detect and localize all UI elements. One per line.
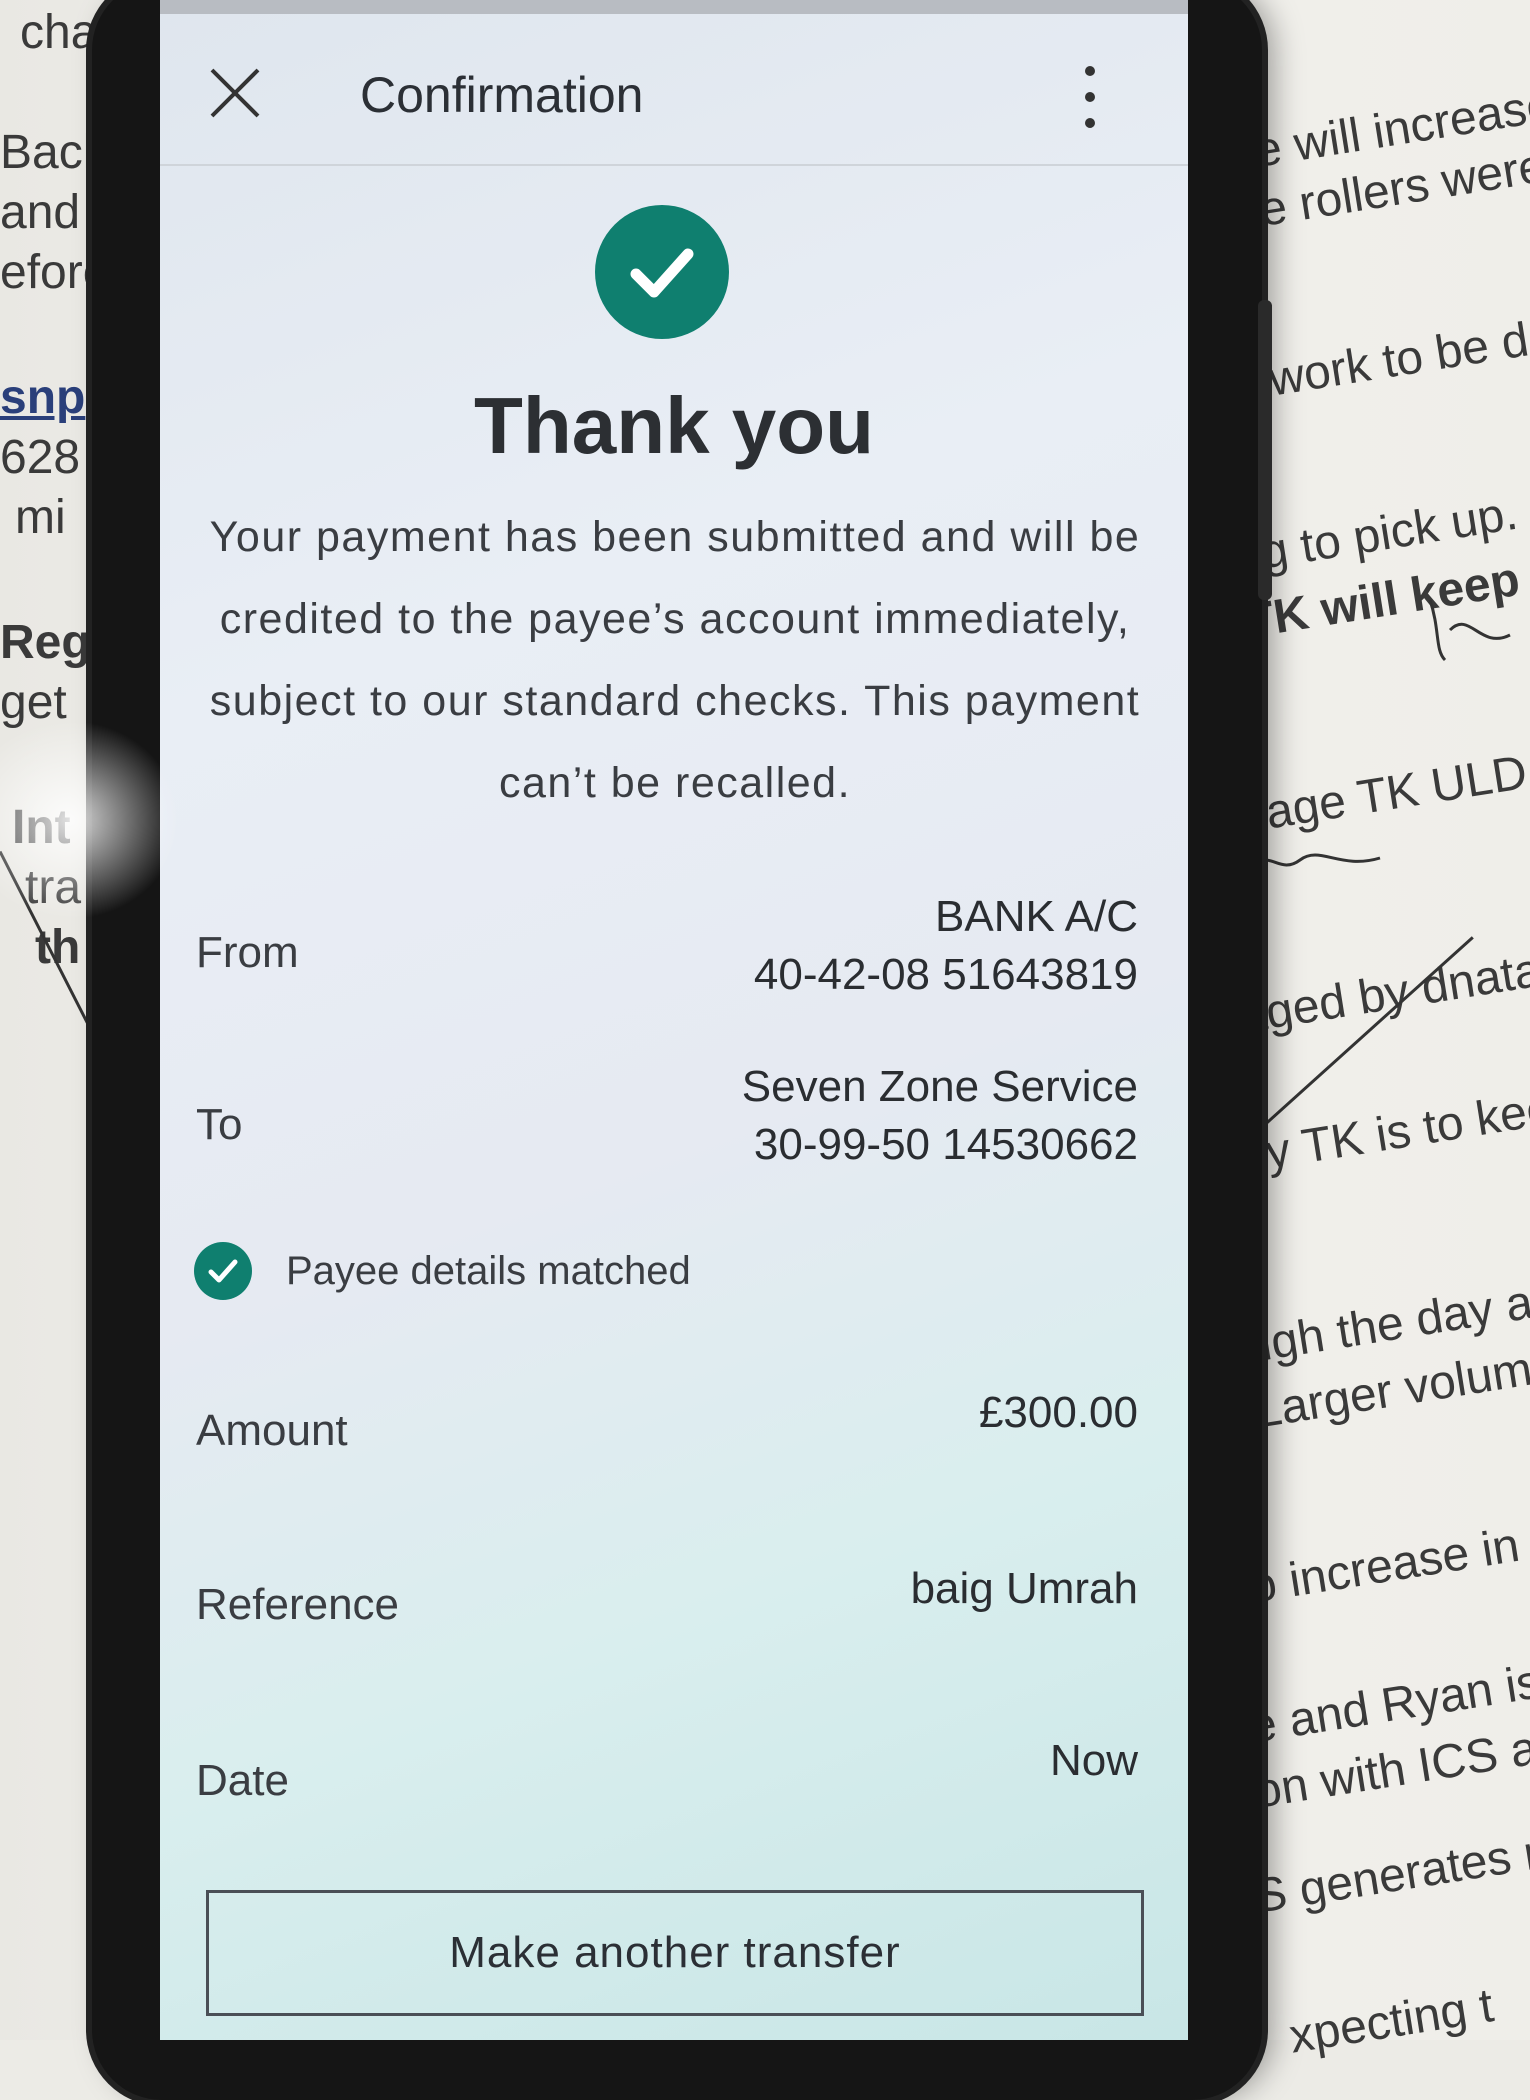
payee-match-status: Payee details matched <box>194 1242 691 1300</box>
top-app-bar: Confirmation <box>160 14 1188 166</box>
reference-label: Reference <box>196 1580 400 1629</box>
success-check-icon <box>595 205 729 339</box>
phone-side-button <box>1258 300 1272 600</box>
payee-matched-text: Payee details matched <box>286 1248 691 1293</box>
paper-text: tra <box>25 861 82 914</box>
amount-value: £300.00 <box>978 1388 1138 1437</box>
paper-text: 628 <box>0 431 81 484</box>
make-another-transfer-button[interactable]: Make another transfer <box>206 1890 1144 2016</box>
payee-matched-check-icon <box>194 1242 252 1300</box>
more-options-icon[interactable] <box>1080 66 1100 136</box>
from-account-number: 40-42-08 51643819 <box>753 950 1138 999</box>
to-payee-account-number: 30-99-50 14530662 <box>753 1120 1138 1169</box>
date-value: Now <box>1049 1736 1138 1785</box>
confirmation-message: Your payment has been submitted and will… <box>209 513 1141 807</box>
paper-text: cha <box>20 6 98 59</box>
paper-text: snp <box>0 371 86 424</box>
from-account-name: BANK A/C <box>935 892 1138 941</box>
paper-text: mi <box>15 491 66 544</box>
status-bar <box>160 0 1188 14</box>
from-account-info: BANK A/C 40-42-08 51643819 <box>754 888 1138 1004</box>
close-icon[interactable] <box>208 66 262 120</box>
reference-value: baig Umrah <box>910 1564 1138 1613</box>
handwriting-mark <box>1428 599 1511 662</box>
confirmation-headline: Thank you <box>473 381 875 470</box>
paper-text: Back <box>0 126 107 179</box>
to-payee-name: Seven Zone Service <box>741 1062 1138 1111</box>
paper-text: and <box>0 186 81 239</box>
paper-text: Regi <box>0 616 105 669</box>
from-label: From <box>196 928 299 977</box>
phone-screen: Confirmation Thank you Your payment has … <box>160 0 1188 2040</box>
date-label: Date <box>196 1756 289 1805</box>
amount-label: Amount <box>196 1406 348 1455</box>
paper-text: get <box>0 676 67 729</box>
to-payee-info: Seven Zone Service 30-99-50 14530662 <box>742 1058 1138 1174</box>
to-label: To <box>196 1100 243 1149</box>
handwriting-mark <box>1253 853 1381 867</box>
paper-text: Int <box>12 801 71 854</box>
page-title: Confirmation <box>360 67 644 123</box>
